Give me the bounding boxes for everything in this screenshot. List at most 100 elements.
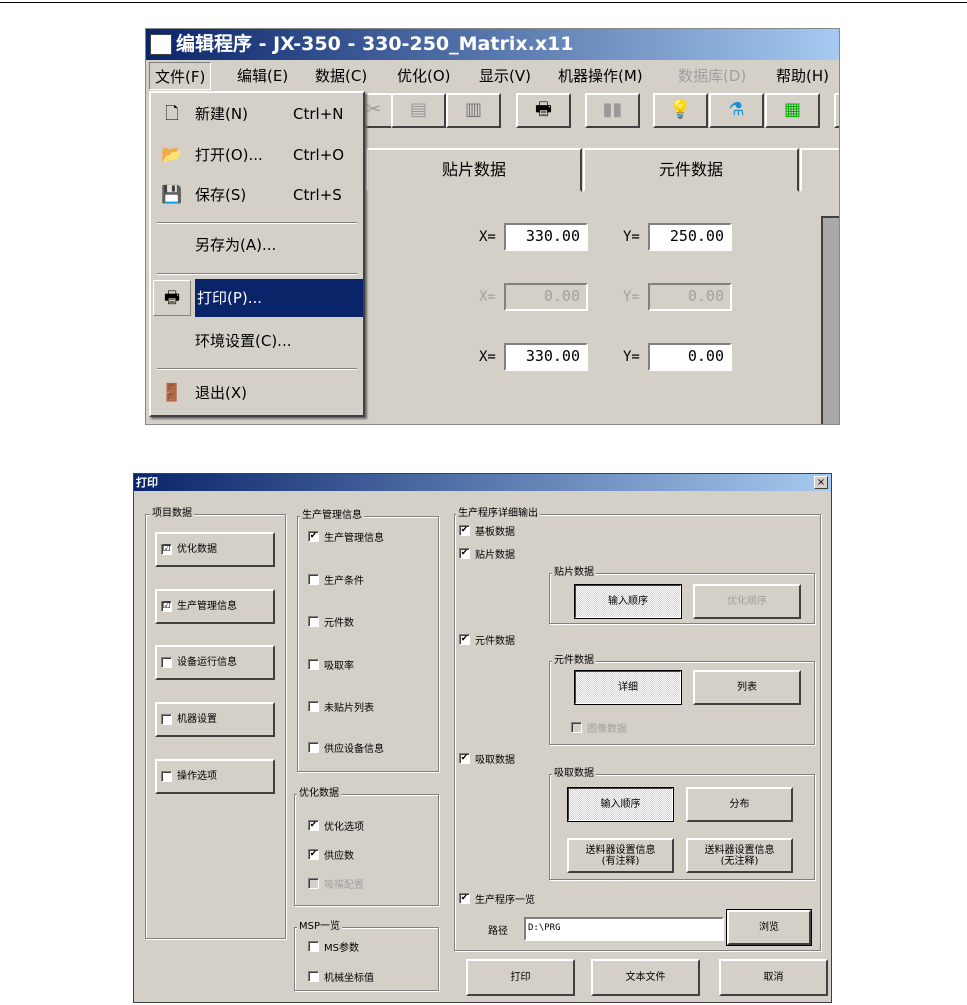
project-toggle-options[interactable]: 操作选项 bbox=[155, 759, 275, 794]
checkbox bbox=[308, 701, 319, 712]
menu-item-settings[interactable]: 环境设置(C)... bbox=[151, 322, 363, 360]
x-input-disabled: 0.00 bbox=[504, 283, 588, 311]
checkbox-component-count[interactable]: 元件数 bbox=[308, 615, 354, 629]
menu-database: 数据库(D) bbox=[678, 67, 747, 85]
component-detail-button[interactable]: 详细 bbox=[574, 670, 682, 705]
tab-component[interactable]: 元件数据 bbox=[583, 148, 799, 192]
dialog-title-bar: 打印 bbox=[134, 474, 831, 491]
menu-item-open[interactable]: 📂 打开(O)... Ctrl+O bbox=[151, 136, 363, 174]
menu-item-exit[interactable]: 🚪 退出(X) bbox=[151, 374, 363, 412]
tab-more[interactable] bbox=[800, 148, 839, 192]
label: (有注释) bbox=[601, 855, 640, 867]
text-file-button[interactable]: 文本文件 bbox=[591, 959, 700, 996]
tool-printer-icon[interactable]: 🖶 bbox=[516, 93, 571, 128]
tool-blocks-icon[interactable]: ▦ bbox=[765, 93, 820, 128]
window-title: 编辑程序 - JX-350 - 330-250_Matrix.x11 bbox=[176, 33, 574, 55]
menu-view[interactable]: 显示(V) bbox=[474, 62, 536, 90]
menu-item-save[interactable]: 💾 保存(S) Ctrl+S bbox=[151, 176, 363, 214]
label: 元件数据 bbox=[475, 636, 515, 647]
group-label: 吸取数据 bbox=[552, 768, 596, 780]
y-input[interactable]: 250.00 bbox=[648, 223, 732, 251]
checkbox-pickup-data[interactable]: ✔ 吸取数据 bbox=[459, 752, 515, 766]
group-label: 贴片数据 bbox=[552, 567, 596, 579]
menu-data[interactable]: 数据(C) bbox=[310, 62, 372, 90]
menu-item-save-as[interactable]: 另存为(A)... bbox=[151, 226, 363, 264]
menu-help[interactable]: 帮助(H) bbox=[771, 62, 834, 90]
checkbox bbox=[308, 616, 319, 627]
tool-tree-icon[interactable]: ⚗ bbox=[709, 93, 764, 128]
checkbox-production-info[interactable]: ✔ 生产管理信息 bbox=[308, 530, 384, 544]
menu-item-print[interactable]: 🖶 打印(P)... bbox=[151, 279, 363, 317]
tool-copy-icon[interactable]: ▥ bbox=[446, 93, 501, 128]
close-button[interactable]: × bbox=[814, 476, 828, 489]
placement-optimized-order-button: 优化顺序 bbox=[693, 584, 801, 619]
pickup-input-order-button[interactable]: 输入顺序 bbox=[567, 787, 674, 822]
group-label: 元件数据 bbox=[552, 655, 596, 667]
checkbox-supply-count[interactable]: ✔ 供应数 bbox=[308, 848, 354, 862]
checkbox-optimize-options[interactable]: ✔ 优化选项 bbox=[308, 819, 364, 833]
checkbox: ✔ bbox=[308, 820, 319, 831]
placement-input-order-button[interactable]: 输入顺序 bbox=[574, 584, 682, 619]
checkbox-program-list[interactable]: ✔ 生产程序一览 bbox=[459, 892, 535, 906]
label: 送料器设置信息 bbox=[585, 844, 656, 856]
y-label: Y= bbox=[623, 349, 640, 365]
checkbox-pickup-rate[interactable]: 吸取率 bbox=[308, 658, 354, 672]
label: 供应设备信息 bbox=[324, 744, 384, 755]
browse-button[interactable]: 浏览 bbox=[726, 909, 812, 946]
checkbox-unplaced-list[interactable]: 未贴片列表 bbox=[308, 700, 374, 714]
label: 图像数据 bbox=[587, 724, 627, 735]
checkbox-placement-data[interactable]: ✔ 贴片数据 bbox=[459, 547, 515, 561]
label: 未贴片列表 bbox=[324, 703, 374, 714]
project-toggle-production[interactable]: ☑ 生产管理信息 bbox=[155, 589, 275, 624]
menu-machine[interactable]: 机器操作(M) bbox=[553, 62, 648, 90]
print-button[interactable]: 打印 bbox=[466, 959, 575, 996]
tool-paste-icon[interactable]: ▤ bbox=[391, 93, 446, 128]
path-label: 路径 bbox=[488, 926, 508, 937]
x-input[interactable]: 330.00 bbox=[504, 343, 588, 371]
printer-icon: 🖶 bbox=[153, 280, 191, 316]
menu-edit[interactable]: 编辑(E) bbox=[232, 62, 293, 90]
checkbox: ✔ bbox=[459, 753, 470, 764]
label: 优化选项 bbox=[324, 822, 364, 833]
checkbox bbox=[308, 971, 319, 982]
checkbox-ms-params[interactable]: MS参数 bbox=[308, 940, 359, 954]
y-label: Y= bbox=[623, 229, 640, 245]
component-list-button[interactable]: 列表 bbox=[693, 670, 801, 705]
tool-find-icon[interactable]: ▮▮ bbox=[585, 93, 640, 128]
tool-bulb-icon[interactable]: 💡 bbox=[653, 93, 708, 128]
checkbox-component-data[interactable]: ✔ 元件数据 bbox=[459, 633, 515, 647]
y-input[interactable]: 0.00 bbox=[648, 343, 732, 371]
checkbox-conditions[interactable]: 生产条件 bbox=[308, 573, 364, 587]
label: 生产管理信息 bbox=[324, 533, 384, 544]
checkbox bbox=[571, 722, 582, 733]
checkbox bbox=[161, 657, 172, 668]
label: 生产条件 bbox=[324, 576, 364, 587]
feeder-setup-annotated-button[interactable]: 送料器设置信息 (有注释) bbox=[567, 838, 674, 873]
cancel-button[interactable]: 取消 bbox=[719, 959, 828, 996]
exit-door-icon: 🚪 bbox=[161, 383, 183, 403]
menu-item-new[interactable]: 🗋 新建(N) Ctrl+N bbox=[151, 95, 363, 133]
tab-placement[interactable]: 贴片数据 bbox=[366, 148, 582, 192]
checkbox-machine-coords[interactable]: 机械坐标值 bbox=[308, 970, 374, 984]
path-input[interactable]: D:\PRG bbox=[524, 917, 724, 941]
separator bbox=[157, 273, 357, 275]
file-menu-dropdown: 🗋 新建(N) Ctrl+N 📂 打开(O)... Ctrl+O 💾 保存(S) Ctrl+… bbox=[149, 91, 365, 417]
tool-extra[interactable] bbox=[834, 93, 839, 128]
feeder-setup-plain-button[interactable]: 送料器设置信息 (无注释) bbox=[686, 838, 793, 873]
x-label: X= bbox=[479, 289, 496, 305]
x-input[interactable]: 330.00 bbox=[504, 223, 588, 251]
menu-file[interactable]: 文件(F) bbox=[149, 62, 212, 90]
label: 优化数据 bbox=[177, 544, 217, 555]
menu-optimize[interactable]: 优化(O) bbox=[392, 62, 456, 90]
group-label: 项目数据 bbox=[150, 508, 194, 520]
project-toggle-machine[interactable]: 机器设置 bbox=[155, 702, 275, 737]
project-toggle-optimize[interactable]: ☑ 优化数据 bbox=[155, 532, 275, 567]
project-toggle-equipment[interactable]: 设备运行信息 bbox=[155, 645, 275, 680]
label: 机器设置 bbox=[177, 714, 217, 725]
label: 吸取数据 bbox=[475, 755, 515, 766]
pickup-distribution-button[interactable]: 分布 bbox=[686, 787, 793, 822]
menu-item-label: 打开(O)... bbox=[195, 146, 263, 164]
checkbox-board-data[interactable]: ✔ 基板数据 bbox=[459, 524, 515, 538]
new-file-icon: 🗋 bbox=[165, 104, 179, 124]
checkbox-feeder-info[interactable]: 供应设备信息 bbox=[308, 741, 384, 755]
